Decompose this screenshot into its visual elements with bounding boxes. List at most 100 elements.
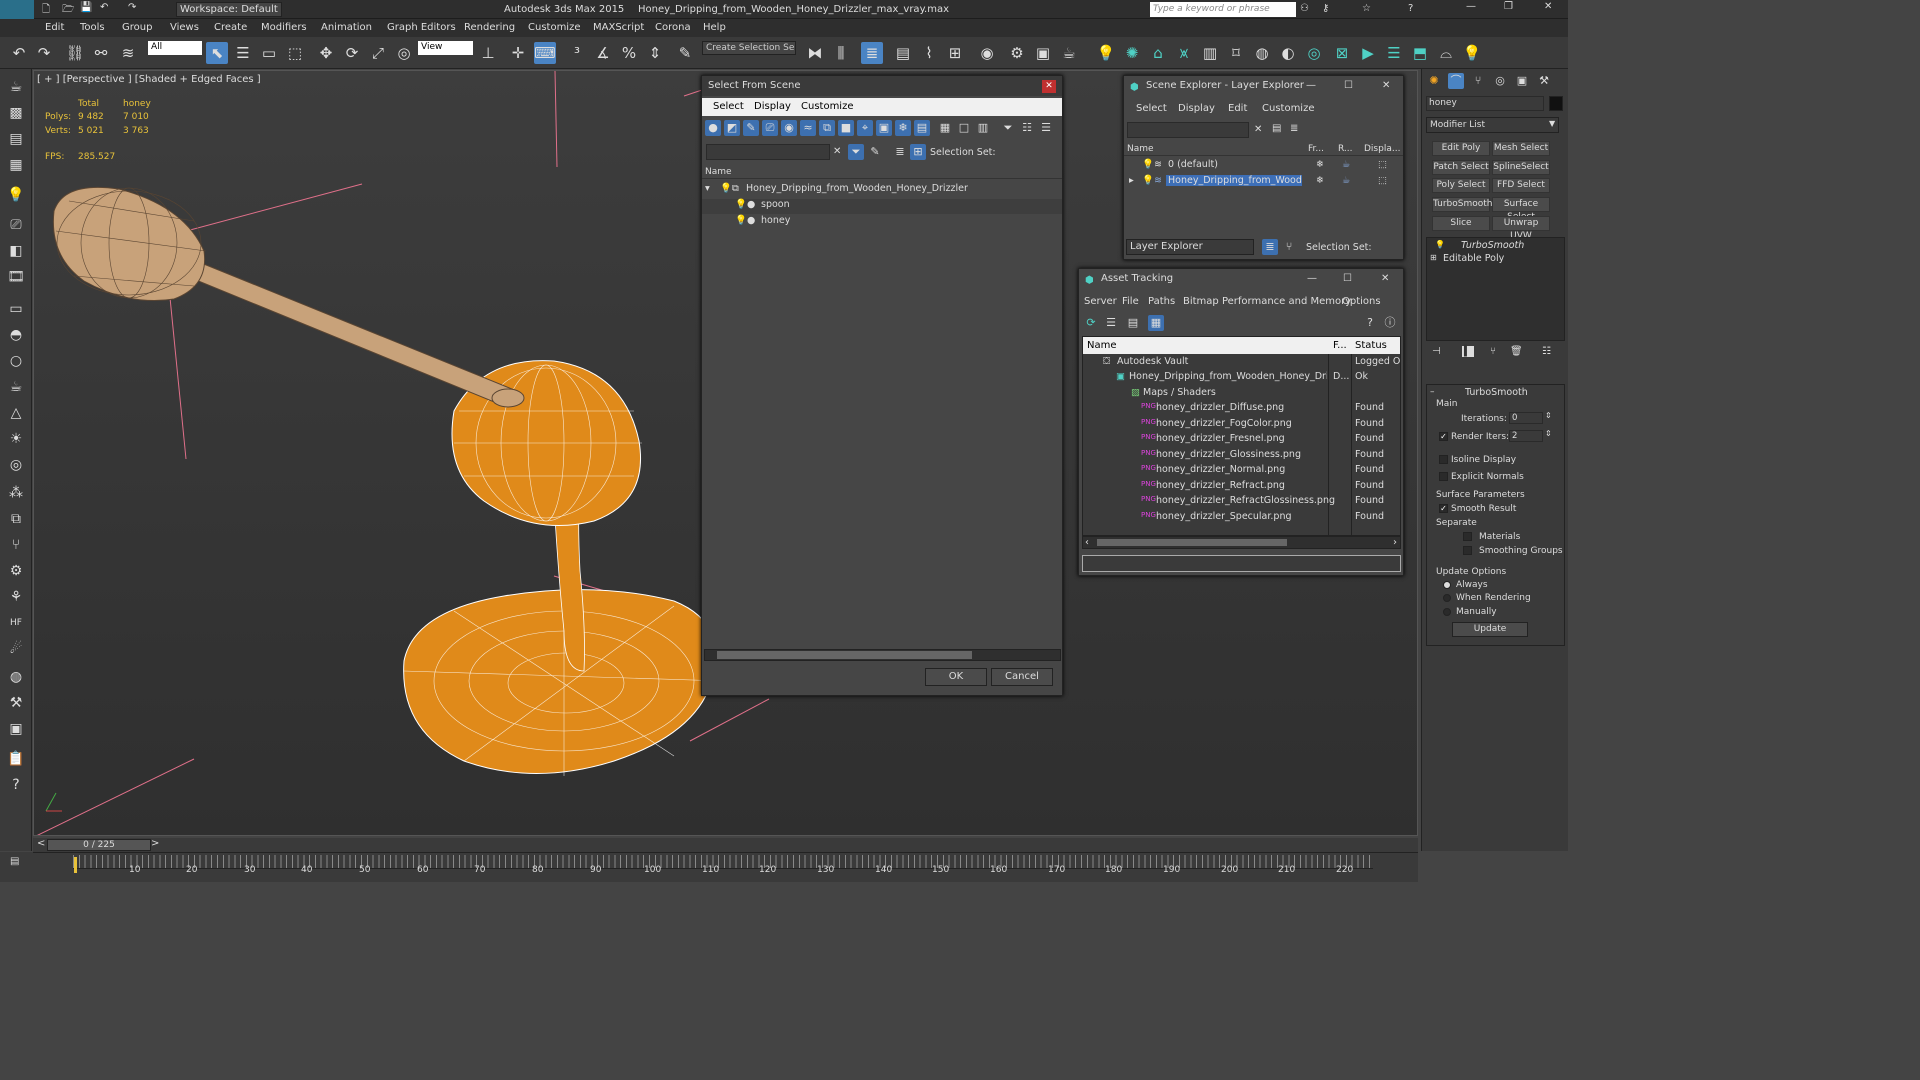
help-icon[interactable]: ? (1408, 3, 1413, 14)
table-row[interactable]: PNG honey_drizzler_Diffuse.png Found (1083, 402, 1400, 417)
move-icon[interactable]: ✥ (315, 42, 337, 64)
unwrap-uvw-button[interactable]: Unwrap UVW (1492, 216, 1550, 241)
table-row[interactable]: PNG honey_drizzler_FogColor.png Found (1083, 418, 1400, 433)
table-row[interactable]: PNG honey_drizzler_Refract.png Found (1083, 480, 1400, 495)
modifier-list-dropdown[interactable]: Modifier List (1426, 117, 1559, 133)
menu-animation[interactable]: Animation (321, 22, 372, 33)
col-render[interactable]: R... (1338, 144, 1353, 154)
vray-vfb-icon[interactable]: ⌓ (1435, 42, 1457, 64)
manipulate-icon[interactable]: ✛ (507, 42, 529, 64)
col-name[interactable]: Name (1127, 144, 1154, 154)
hair-icon[interactable]: ☄ (5, 639, 27, 659)
plant-icon[interactable]: ⚘ (5, 587, 27, 607)
isoline-checkbox[interactable] (1439, 455, 1448, 464)
filter-groups-icon[interactable]: ⧉ (819, 120, 835, 136)
make-unique-icon[interactable]: ⑂ (1490, 346, 1496, 357)
clipboard-icon[interactable]: 📋 (5, 749, 27, 769)
col-name[interactable]: Name (705, 167, 732, 177)
clear-find-icon[interactable]: ✕ (833, 146, 841, 157)
info-icon[interactable]: ⓘ (1382, 315, 1398, 331)
filter-hidden-icon[interactable]: ▤ (914, 120, 930, 136)
create-tab-icon[interactable]: ✺ (1426, 73, 1442, 89)
teapot-icon[interactable]: ☕ (5, 77, 27, 97)
table-row[interactable]: PNG honey_drizzler_Normal.png Found (1083, 464, 1400, 479)
table-row[interactable]: PNG honey_drizzler_RefractGlossiness.png… (1083, 495, 1400, 510)
filter-containers-icon[interactable]: ▣ (876, 120, 892, 136)
maximize-icon[interactable]: ☐ (1343, 273, 1352, 284)
star-icon[interactable]: ☆ (1362, 3, 1371, 14)
cone-icon[interactable]: △ (5, 403, 27, 423)
vray-lister-icon[interactable]: ☰ (1383, 42, 1405, 64)
object-color-swatch[interactable] (1549, 96, 1563, 111)
redo-icon[interactable]: ↷ (128, 2, 136, 13)
menu-maxscript[interactable]: MAXScript (593, 22, 644, 33)
ffd-select-button[interactable]: FFD Select (1492, 178, 1550, 193)
open-icon[interactable]: 🗁 (62, 2, 74, 19)
surface-select-button[interactable]: Surface Select (1492, 197, 1550, 222)
display-icon[interactable]: ⬚ (1378, 159, 1387, 170)
minimize-icon[interactable]: — (1306, 80, 1316, 91)
explorer-search-field[interactable] (1127, 122, 1249, 138)
show-end-result-icon[interactable]: ▍ (1462, 346, 1474, 357)
light-bulb-icon[interactable]: 💡 (735, 199, 747, 210)
menu-views[interactable]: Views (170, 22, 199, 33)
tree-row[interactable]: ▾ 💡 ⧉ Honey_Dripping_from_Wooden_Honey_D… (702, 183, 1062, 198)
pivot-icon[interactable]: ⊥ (477, 42, 499, 64)
table-row[interactable]: PNG honey_drizzler_Glossiness.png Found (1083, 449, 1400, 464)
material-icon[interactable]: ▩ (5, 103, 27, 123)
col-full-path[interactable]: F... (1333, 340, 1347, 351)
time-next-icon[interactable]: > (151, 838, 159, 849)
table-row[interactable]: PNG honey_drizzler_Fresnel.png Found (1083, 433, 1400, 448)
mesh-select-button[interactable]: Mesh Select (1492, 141, 1550, 156)
filter-none-icon[interactable]: □ (956, 120, 972, 136)
torus-icon[interactable]: ◎ (5, 455, 27, 475)
dome-icon[interactable]: ◓ (5, 325, 27, 345)
vray-fur-icon[interactable]: ⩙ (1173, 42, 1195, 64)
menu-display[interactable]: Display (1178, 103, 1215, 114)
curve-editor-icon[interactable]: ⌇ (918, 42, 940, 64)
ref-coord-dropdown[interactable]: View (418, 41, 473, 55)
layer-explorer-icon[interactable]: ≣ (1262, 239, 1278, 255)
sun-icon[interactable]: ☀ (5, 429, 27, 449)
col-frozen[interactable]: Fr... (1308, 144, 1324, 154)
object-name-field[interactable]: honey (1426, 96, 1544, 111)
layer-icon[interactable]: ≣ (861, 42, 883, 64)
mirror-icon[interactable]: ⧓ (804, 42, 826, 64)
scale-icon[interactable]: ⤢ (367, 42, 389, 64)
light-bulb-icon[interactable]: 💡 (720, 183, 732, 194)
binoculars-icon[interactable]: ⚇ (1300, 3, 1309, 14)
particle-icon[interactable]: ⁂ (5, 483, 27, 503)
timeline-toggle-icon[interactable]: ▤ (10, 856, 19, 867)
iterations-spinner[interactable]: 0 (1509, 412, 1543, 424)
light-bulb-icon[interactable]: 💡 (1142, 175, 1154, 186)
maximize-icon[interactable]: ☐ (1344, 80, 1353, 91)
tree-row[interactable]: 💡 ● honey (702, 215, 1062, 230)
scroll-right-icon[interactable]: › (1393, 537, 1397, 548)
always-radio[interactable] (1443, 581, 1451, 589)
spinner-arrows-icon[interactable]: ⇕ (1545, 429, 1552, 438)
options-icon[interactable]: ☰ (1038, 120, 1054, 136)
light-bulb-icon[interactable]: 💡 (5, 185, 27, 205)
close-icon[interactable]: ✕ (1382, 80, 1390, 91)
menu-edit[interactable]: Edit (45, 22, 64, 33)
menu-create[interactable]: Create (214, 22, 247, 33)
minimize-icon[interactable]: — (1466, 1, 1476, 12)
layers-toggle-icon[interactable]: ≣ (892, 144, 908, 160)
h-scrollbar[interactable] (704, 649, 1061, 661)
menu-help[interactable]: Help (703, 22, 726, 33)
key-icon[interactable]: ⚷ (1322, 3, 1329, 14)
vray-settings-icon[interactable]: ⊠ (1331, 42, 1353, 64)
rect-region-icon[interactable]: ▭ (258, 42, 280, 64)
cancel-button[interactable]: Cancel (991, 668, 1053, 686)
percent-snap-icon[interactable]: % (618, 42, 640, 64)
hierarchy-icon[interactable]: ☷ (1019, 120, 1035, 136)
sphere-icon[interactable]: ○ (5, 351, 27, 371)
workspace-dropdown[interactable]: Workspace: Default (176, 2, 282, 17)
render-iters-checkbox[interactable]: ✓ (1439, 432, 1448, 441)
filter-xrefs-icon[interactable]: ■ (838, 120, 854, 136)
box-icon[interactable]: ▭ (5, 299, 27, 319)
material-editor-icon[interactable]: ◉ (976, 42, 998, 64)
render-teapot-icon[interactable]: ☕ (1342, 159, 1351, 170)
expand-icon[interactable]: ▾ (705, 183, 710, 194)
help-icon[interactable]: ? (1362, 315, 1378, 331)
